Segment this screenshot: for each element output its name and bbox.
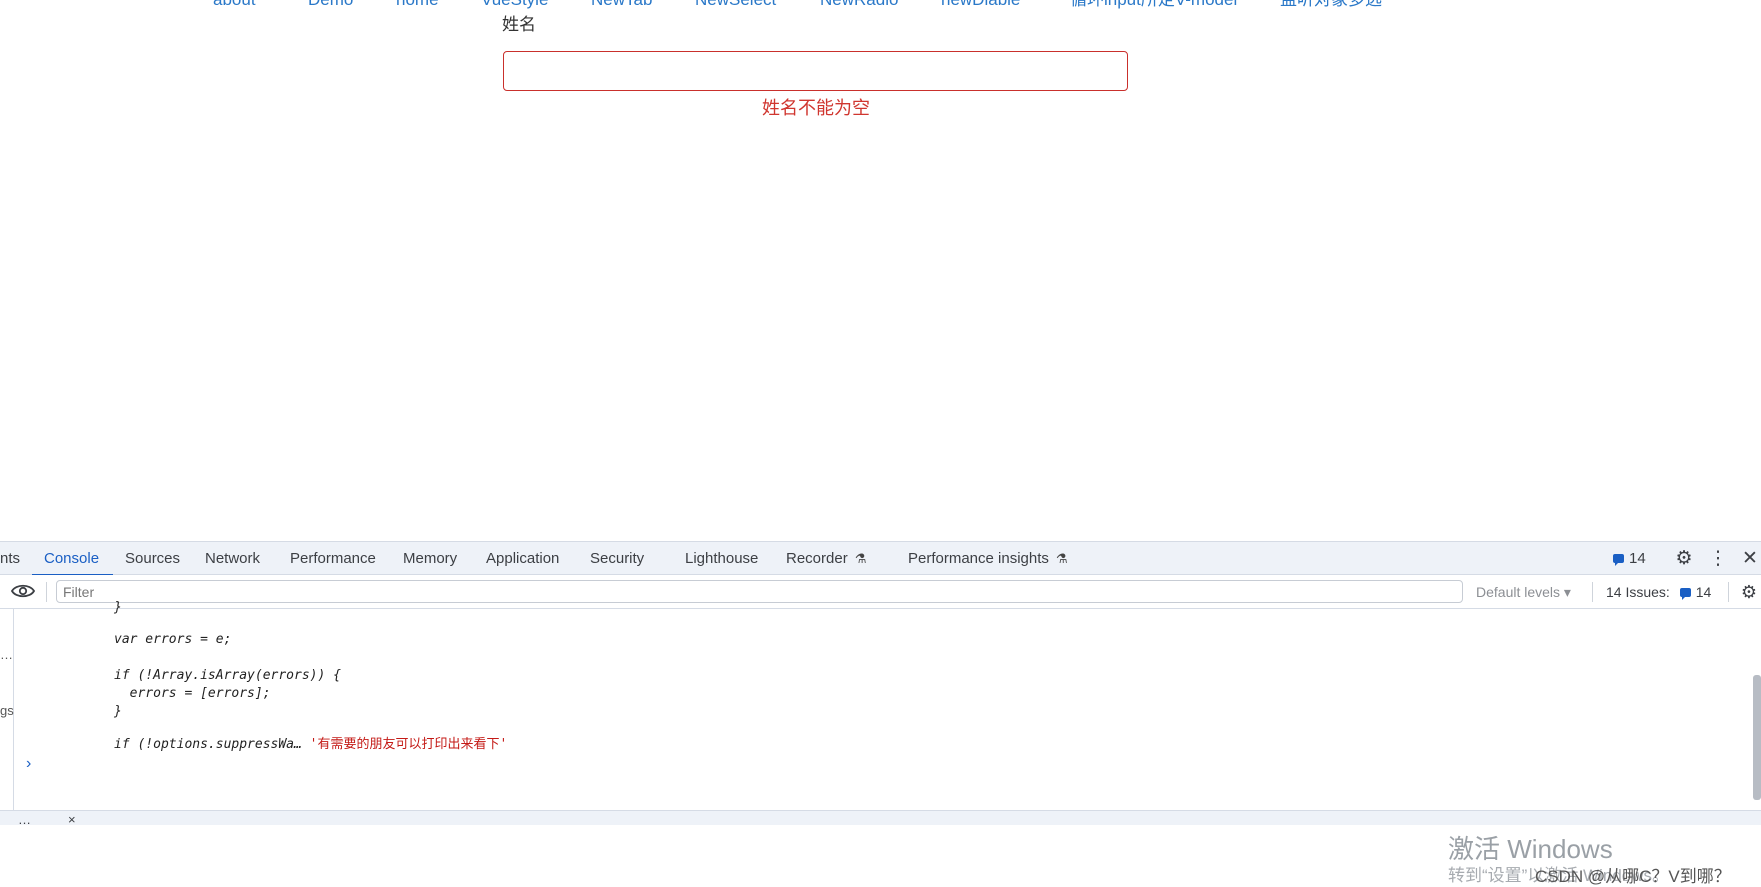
issues-badge[interactable]: 14 (1613, 542, 1646, 575)
tab-recorder-label: Recorder (786, 550, 848, 567)
tab-network[interactable]: Network (205, 542, 260, 575)
issues-summary[interactable]: 14 Issues: 14 (1606, 575, 1711, 609)
name-input[interactable] (503, 51, 1128, 91)
nav-link-demo[interactable]: Demo (308, 0, 353, 9)
tab-lighthouse[interactable]: Lighthouse (685, 542, 758, 575)
name-error-message: 姓名不能为空 (762, 98, 870, 118)
console-prompt-chevron-icon[interactable]: › (26, 755, 31, 773)
tab-security[interactable]: Security (590, 542, 644, 575)
name-label: 姓名 (502, 15, 536, 34)
default-levels-dropdown[interactable]: Default levels ▾ (1476, 575, 1571, 609)
nav-link-newtab[interactable]: NewTab (591, 0, 652, 9)
top-nav: about Demo home VueStyle NewTab NewSelec… (0, 0, 1761, 9)
nav-link-home[interactable]: home (396, 0, 439, 9)
code-line: errors = [errors]; (114, 686, 271, 701)
console-output: … gs } var errors = e; if (!Array.isArra… (0, 600, 1761, 886)
nav-link-watch-object[interactable]: 监听对象多选 (1280, 0, 1382, 9)
code-line: if (!Array.isArray(errors)) { (114, 668, 341, 683)
tab-application[interactable]: Application (486, 542, 559, 575)
console-toolbar: Default levels ▾ 14 Issues: 14 ⚙ (0, 575, 1761, 609)
code-line: } (114, 600, 122, 615)
drawer-tab-bar: … × (0, 810, 1761, 827)
nav-link-vuestyle[interactable]: VueStyle (481, 0, 548, 9)
console-sidebar: … gs (0, 609, 14, 810)
code-line: var errors = e; (114, 632, 232, 647)
console-scrollbar[interactable] (1753, 675, 1761, 800)
devtools-tab-bar: nts Console Sources Network Performance … (0, 541, 1761, 576)
drawer-close-icon[interactable]: × (68, 812, 76, 827)
issues-summary-count: 14 (1695, 584, 1712, 600)
tab-performance[interactable]: Performance (290, 542, 376, 575)
issues-icon (1613, 554, 1624, 566)
flask-icon: ⚗ (1055, 551, 1068, 566)
issues-badge-count: 14 (1629, 550, 1646, 567)
settings-gear-icon[interactable]: ⚙ (1672, 542, 1696, 575)
code-string: '有需要的朋友可以打印出来看下' (309, 737, 508, 752)
code-line-with-string: if (!options.suppressWa… '有需要的朋友可以打印出来看下… (114, 736, 507, 754)
more-options-icon[interactable]: ⋮ (1708, 542, 1728, 575)
code-line: } (114, 704, 122, 719)
eye-icon[interactable] (11, 583, 35, 599)
nav-link-loop-input[interactable]: 循环input所定V-model (1070, 0, 1237, 9)
tab-memory[interactable]: Memory (403, 542, 457, 575)
toolbar-divider (1592, 582, 1593, 602)
code-text: if (!options.suppressWa… (114, 737, 302, 752)
tab-performance-insights[interactable]: Performance insights ⚗ (908, 542, 1068, 575)
tab-console[interactable]: Console (31, 542, 114, 576)
issues-icon (1679, 588, 1691, 600)
sidebar-fragment: gs (0, 703, 14, 718)
console-filter-input[interactable] (56, 580, 1463, 603)
nav-link-newradio[interactable]: NewRadio (820, 0, 898, 9)
tab-sources[interactable]: Sources (125, 542, 180, 575)
drawer-tab-label[interactable]: … (18, 812, 31, 827)
nav-link-newdiable[interactable]: newDiable (941, 0, 1020, 9)
nav-link-newselect[interactable]: NewSelect (695, 0, 776, 9)
sidebar-fragment: … (0, 647, 13, 662)
tab-elements[interactable]: nts (0, 542, 20, 575)
csdn-watermark: CSDN @从哪C？V到哪？ (1535, 867, 1731, 886)
tab-performance-insights-label: Performance insights (908, 550, 1049, 567)
toolbar-divider (1728, 582, 1729, 602)
console-settings-gear-icon[interactable]: ⚙ (1738, 575, 1760, 609)
tab-recorder[interactable]: Recorder ⚗ (786, 542, 866, 575)
flask-icon: ⚗ (854, 551, 867, 566)
toolbar-divider (46, 582, 47, 602)
devtools-panel: nts Console Sources Network Performance … (0, 541, 1761, 886)
issues-summary-label: 14 Issues: (1606, 584, 1670, 600)
close-devtools-icon[interactable]: ✕ (1740, 542, 1760, 575)
nav-link-about[interactable]: about (213, 0, 256, 9)
